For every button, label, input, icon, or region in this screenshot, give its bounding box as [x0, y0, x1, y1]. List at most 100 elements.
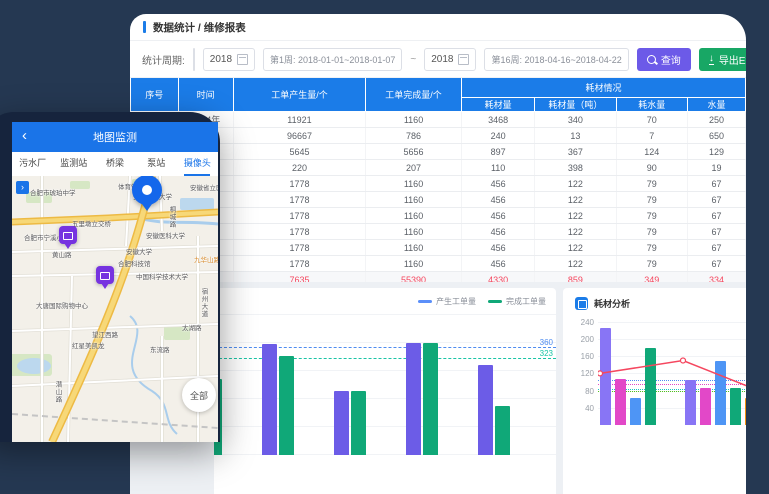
bar-产生工单量	[406, 343, 421, 455]
phone-page-title: 地图监测	[93, 129, 137, 145]
week-range-end[interactable]: 第16周: 2018-04-16~2018-04-22	[484, 48, 628, 71]
table-cell: 110	[462, 160, 535, 176]
table-cell: 250	[687, 112, 745, 128]
camera-pin[interactable]	[59, 226, 77, 244]
table-cell: 122	[535, 208, 616, 224]
selected-camera-pin[interactable]	[132, 176, 162, 205]
table-cell: 367	[535, 144, 616, 160]
table-cell: 786	[366, 128, 462, 144]
phone-tab-摄像头[interactable]: 摄像头	[177, 152, 218, 176]
period-segment-年[interactable]: 年	[194, 49, 195, 70]
col-header-completed: 工单完成量/个	[366, 78, 462, 112]
table-cell: 3468	[462, 112, 535, 128]
phone-tab-污水厂[interactable]: 污水厂	[12, 152, 53, 176]
bar-产生工单量	[262, 344, 277, 455]
map-label: 黄山路	[52, 249, 72, 259]
table-cell: 67	[687, 176, 745, 192]
table-cell: 456	[462, 192, 535, 208]
table-cell: 67	[687, 240, 745, 256]
table-row: 2202071103989019	[131, 160, 746, 176]
table-cell: 90	[616, 160, 687, 176]
bar-产生工单量	[478, 365, 493, 455]
year-start-picker[interactable]: 2018	[203, 48, 255, 71]
calendar-icon	[237, 54, 248, 65]
table-cell: 70	[616, 112, 687, 128]
filter-bar: 统计周期: 年季月周日 2018 第1周: 2018-01-01~2018-01…	[130, 41, 746, 78]
table-cell: 1778	[233, 208, 365, 224]
table-row: 177811604561227967	[131, 256, 746, 272]
sub-col-4: 水量	[687, 98, 745, 112]
phone-tab-监测站[interactable]: 监测站	[53, 152, 94, 176]
legend-item[interactable]: 产生工单量	[418, 296, 476, 307]
y-tick-label: 40	[569, 404, 594, 413]
table-cell: 456	[462, 176, 535, 192]
map-view[interactable]: › 合肥市琥珀中学体育馆安徽农业大学安徽省立医院桐城路五里墩立交桥安徽医科大学合…	[12, 176, 218, 442]
all-filter-button[interactable]: 全部	[182, 378, 216, 412]
export-excel-button[interactable]: ↓ 导出Excel	[699, 48, 746, 71]
consumables-chart-header: 耗材分析	[575, 297, 630, 310]
y-tick-label: 240	[569, 318, 594, 327]
table-cell: 1160	[366, 208, 462, 224]
back-icon[interactable]: ‹	[22, 127, 27, 145]
table-cell: 1160	[366, 112, 462, 128]
bar-产生工单量	[334, 391, 349, 456]
map-label: 安徽医科大学	[146, 230, 185, 240]
table-cell: 122	[535, 240, 616, 256]
table-cell: 129	[687, 144, 745, 160]
table-cell: 1778	[233, 176, 365, 192]
phone-tab-桥梁[interactable]: 桥梁	[94, 152, 135, 176]
y-tick-label: 160	[569, 352, 594, 361]
table-cell: 124	[616, 144, 687, 160]
screenshot-root: { "colors":{"accent_blue":"#1B7CE8","pur…	[0, 0, 769, 420]
table-cell: 456	[462, 208, 535, 224]
map-label: 合肥科技馆	[118, 258, 151, 268]
map-expand-button[interactable]: ›	[16, 181, 29, 194]
consumables-bar-chart	[598, 315, 746, 425]
calendar-icon	[458, 54, 469, 65]
report-table: 序号 时间 工单产生量/个 工单完成量/个 耗材情况 耗材量 耗材量（吨） 耗水…	[131, 78, 746, 304]
phone-mockup: ‹ 地图监测 污水厂监测站桥梁泵站摄像头	[0, 112, 220, 442]
query-button[interactable]: 查询	[637, 48, 691, 71]
breadcrumb-bar: 数据统计 / 维修报表	[130, 14, 746, 41]
map-label: 安徽省立医院	[190, 182, 218, 192]
table-cell: 5656	[366, 144, 462, 160]
table-cell: 96667	[233, 128, 365, 144]
map-label: 潜山路	[52, 381, 62, 404]
consumables-chart-title: 耗材分析	[594, 297, 630, 310]
legend-item[interactable]: 完成工单量	[488, 296, 546, 307]
year-end-picker[interactable]: 2018	[424, 48, 476, 71]
map-label: 中国科学技术大学	[136, 271, 188, 281]
bar-完成工单量	[279, 356, 294, 455]
table-cell: 7	[616, 128, 687, 144]
map-label: 九华山路	[194, 254, 218, 264]
sub-col-1: 耗材量	[462, 98, 535, 112]
week-range-start[interactable]: 第1周: 2018-01-01~2018-01-07	[263, 48, 402, 71]
y-tick-label: 200	[569, 335, 594, 344]
table-row: 177811604561227967	[131, 208, 746, 224]
table-cell: 79	[616, 256, 687, 272]
table-cell: 1160	[366, 192, 462, 208]
breadcrumb-accent-bar	[143, 21, 146, 33]
query-button-label: 查询	[661, 52, 681, 67]
table-cell: 122	[535, 192, 616, 208]
table-cell: 79	[616, 176, 687, 192]
table-cell: 207	[366, 160, 462, 176]
phone-tab-泵站[interactable]: 泵站	[136, 152, 177, 176]
period-segmented-control: 年季月周日	[193, 48, 195, 71]
col-header-index: 序号	[131, 78, 178, 112]
export-button-label: 导出Excel	[719, 52, 746, 67]
camera-pin[interactable]	[96, 266, 114, 284]
table-row: 177811604561227967	[131, 240, 746, 256]
table-cell: 1778	[233, 240, 365, 256]
table-cell: 1160	[366, 240, 462, 256]
workorder-bar-chart: 360323	[214, 314, 556, 455]
table-cell: 1160	[366, 256, 462, 272]
table-row: 12014年119211160346834070250	[131, 112, 746, 128]
col-header-created: 工单产生量/个	[233, 78, 365, 112]
table-cell: 79	[616, 240, 687, 256]
map-label: 安徽大学	[126, 246, 152, 256]
table-cell: 240	[462, 128, 535, 144]
legend-label: 完成工单量	[506, 296, 546, 307]
breadcrumb: 数据统计 / 维修报表	[153, 20, 246, 35]
y-tick-label: 120	[569, 369, 594, 378]
